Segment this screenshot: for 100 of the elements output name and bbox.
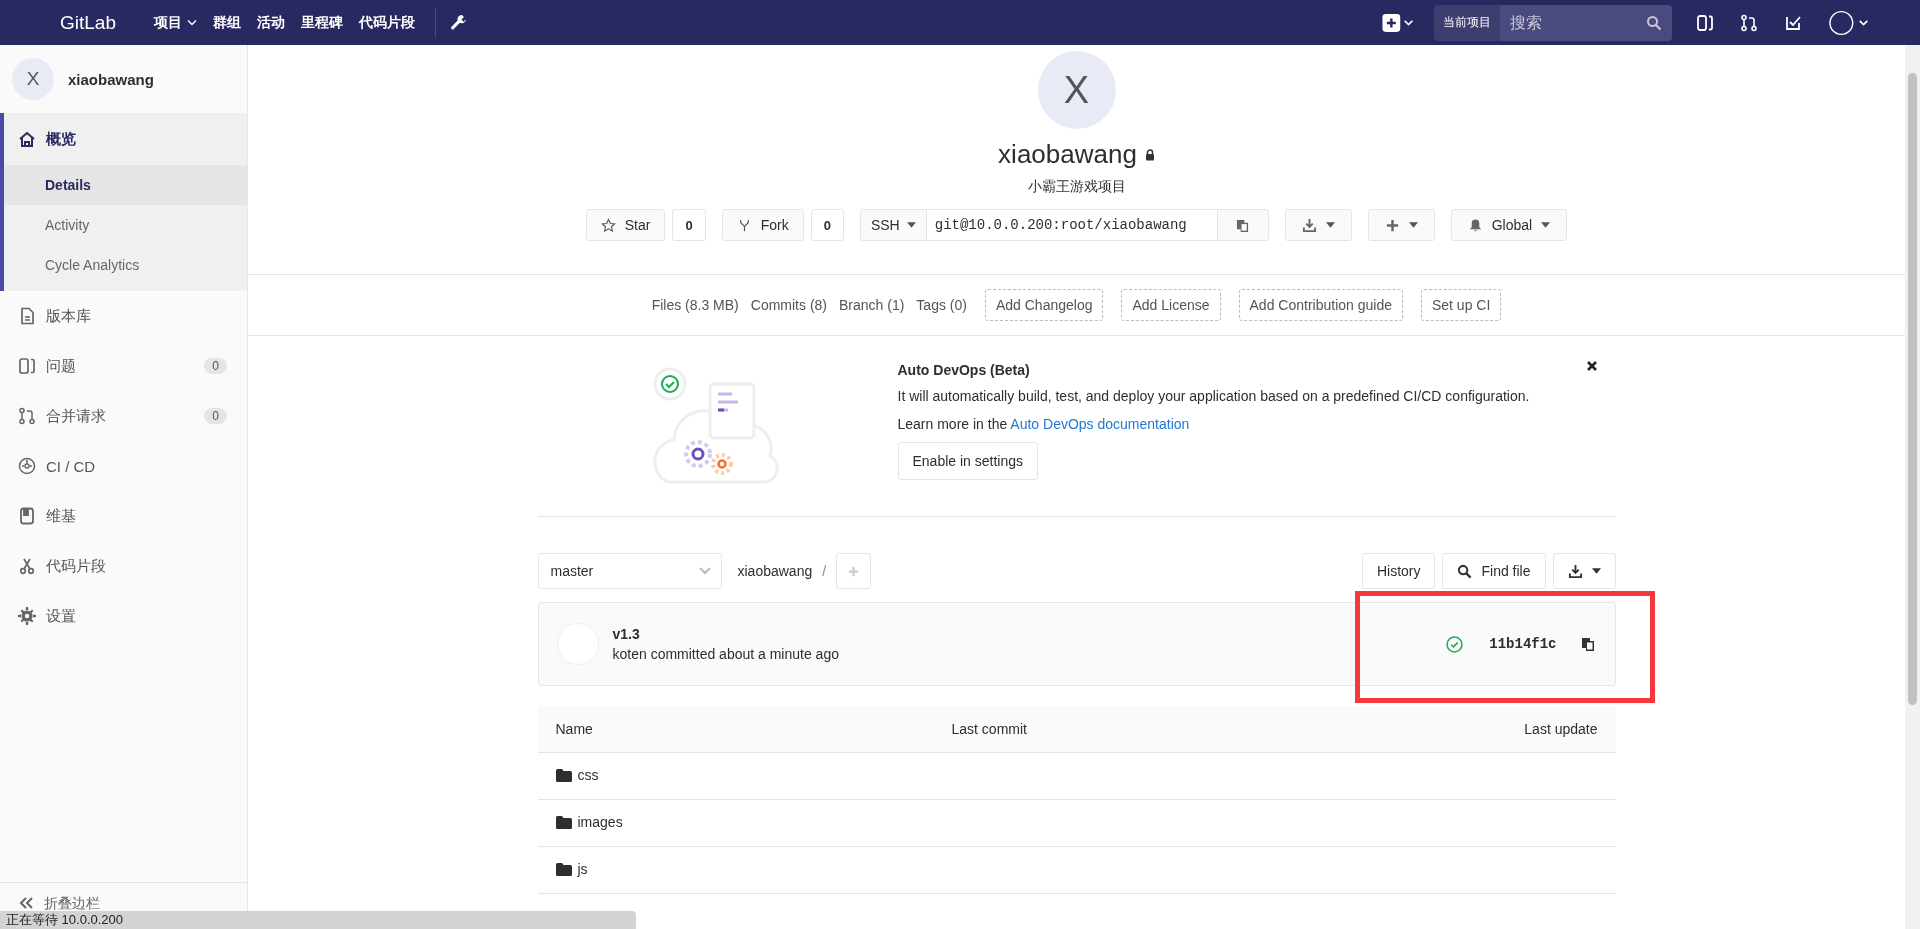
column-header: Name xyxy=(537,706,934,753)
chevron-icon xyxy=(698,567,711,575)
nav-menu-link[interactable]: 代码片段 xyxy=(359,13,415,32)
sidebar-subitem[interactable]: Activity xyxy=(4,205,247,245)
sidebar-item[interactable]: 维基 xyxy=(0,491,247,541)
nav-menu-link[interactable]: 活动 xyxy=(257,13,285,32)
sidebar-subitem[interactable]: Details xyxy=(4,165,247,205)
add-file-button[interactable]: Add Contribution guide xyxy=(1238,289,1403,321)
history-button[interactable]: History xyxy=(1361,553,1436,589)
doc-icon xyxy=(18,307,36,325)
scrollbar[interactable] xyxy=(1905,45,1920,929)
project-description: 小霸王游戏项目 xyxy=(1027,178,1126,196)
auto-devops-title: Auto DevOps (Beta) xyxy=(897,362,1030,378)
protocol-dropdown[interactable]: SSH xyxy=(859,209,927,241)
add-file-button[interactable]: Add License xyxy=(1121,289,1221,321)
sidebar-item[interactable]: 版本库 xyxy=(0,291,247,341)
commit-title-link[interactable]: v1.3 xyxy=(612,626,839,642)
folder-link[interactable]: css xyxy=(555,767,599,784)
browser-status-bar: 正在等待 10.0.0.200 xyxy=(0,911,636,929)
column-header: Last commit xyxy=(933,706,1279,753)
folder-icon xyxy=(555,768,572,782)
path-separator: / xyxy=(822,563,827,579)
sidebar-item[interactable]: 问题 0 xyxy=(0,341,247,391)
cicd-icon xyxy=(18,457,36,475)
stat-link[interactable]: Files (8.3 MB) xyxy=(651,297,739,313)
stat-link[interactable]: Branch (1) xyxy=(839,297,905,313)
search-icon[interactable] xyxy=(1646,14,1662,31)
sidebar-item[interactable]: 代码片段 xyxy=(0,541,247,591)
find-file-button[interactable]: Find file xyxy=(1442,553,1546,589)
close-icon[interactable] xyxy=(1585,360,1598,372)
download-icon xyxy=(1567,563,1583,579)
search-icon xyxy=(1457,563,1473,579)
count-badge: 0 xyxy=(204,358,227,374)
sidebar-item[interactable]: 设置 xyxy=(0,591,247,641)
collapse-sidebar-link[interactable]: 折叠边栏 xyxy=(44,895,100,913)
snippet-icon xyxy=(18,557,36,575)
merge-request-icon[interactable] xyxy=(1740,13,1758,32)
project-title: xiaobawang xyxy=(998,139,1137,170)
documentation-link[interactable]: Auto DevOps documentation xyxy=(1010,416,1190,432)
stat-link[interactable]: Commits (8) xyxy=(750,297,827,313)
folder-icon xyxy=(555,862,572,876)
project-avatar[interactable]: X xyxy=(12,58,54,100)
folder-link[interactable]: images xyxy=(555,814,623,831)
search-field[interactable]: 搜索 xyxy=(1500,4,1672,41)
double-chevron-icon[interactable] xyxy=(18,895,34,911)
new-plus-icon[interactable] xyxy=(1380,12,1416,33)
enable-settings-button[interactable]: Enable in settings xyxy=(897,442,1039,480)
clipboard-icon xyxy=(1236,217,1250,233)
search-scope-label[interactable]: 当前项目 xyxy=(1434,4,1500,41)
add-file-button[interactable]: Set up CI xyxy=(1420,289,1502,321)
home-icon xyxy=(18,130,36,148)
caret-icon xyxy=(1408,222,1418,228)
caret-icon xyxy=(1325,222,1335,228)
star-icon xyxy=(600,217,616,233)
wrench-icon[interactable] xyxy=(450,14,467,31)
pipeline-passed-icon[interactable] xyxy=(1446,635,1464,653)
folder-link[interactable]: js xyxy=(555,861,588,878)
auto-devops-description: It will automatically build, test, and deploy your application based on a predefined CI/CD configuration. xyxy=(897,388,1531,404)
count-badge: 0 xyxy=(204,408,227,424)
commit-sha[interactable]: 11b14f1c xyxy=(1489,636,1557,652)
star-button[interactable]: Star xyxy=(585,209,666,241)
download-icon xyxy=(1301,217,1317,233)
download-dropdown[interactable] xyxy=(1552,553,1616,589)
commit-author-line: koten committed about a minute ago xyxy=(612,646,839,662)
fork-button[interactable]: Fork xyxy=(721,209,804,241)
folder-icon xyxy=(555,815,572,829)
clone-url-field[interactable]: git@10.0.0.200:root/xiaobawang xyxy=(926,209,1217,241)
project-avatar: X xyxy=(1037,51,1116,129)
sidebar-item[interactable]: 合并请求 0 xyxy=(0,391,247,441)
branch-dropdown[interactable]: master xyxy=(537,553,722,589)
add-dropdown[interactable] xyxy=(1367,209,1435,241)
star-count[interactable]: 0 xyxy=(672,209,706,241)
caret-icon xyxy=(906,222,916,228)
breadcrumb-link[interactable]: xiaobawang xyxy=(737,563,813,579)
nav-menu-link[interactable]: 里程碑 xyxy=(301,13,343,32)
sidebar-subitem[interactable]: Cycle Analytics xyxy=(4,245,247,285)
issues-icon[interactable] xyxy=(1696,13,1714,32)
plus-icon xyxy=(1384,217,1400,233)
gear-icon xyxy=(18,607,36,625)
project-name[interactable]: xiaobawang xyxy=(68,70,154,88)
caret-icon xyxy=(187,19,197,26)
merge-icon xyxy=(18,407,36,425)
caret-icon xyxy=(1591,568,1601,574)
download-dropdown[interactable] xyxy=(1284,209,1352,241)
sidebar-item[interactable]: CI / CD xyxy=(0,441,247,491)
issues-icon xyxy=(18,357,36,375)
nav-menu-link[interactable]: 项目 xyxy=(154,13,197,32)
clipboard-icon[interactable] xyxy=(1580,636,1595,652)
gitlab-logo[interactable]: GitLab xyxy=(60,11,116,34)
notification-dropdown[interactable]: Global xyxy=(1450,209,1568,241)
column-header: Last update xyxy=(1278,706,1616,753)
fork-count[interactable]: 0 xyxy=(810,209,844,241)
add-file-button[interactable]: Add Changelog xyxy=(984,289,1104,321)
copy-url-button[interactable] xyxy=(1216,209,1269,241)
learn-more-text: Learn more in the xyxy=(897,416,1008,432)
sidebar-item[interactable]: 概览 xyxy=(4,113,247,165)
wiki-icon xyxy=(18,507,36,525)
bell-icon xyxy=(1467,217,1483,233)
nav-menu-link[interactable]: 群组 xyxy=(213,13,241,32)
stat-link[interactable]: Tags (0) xyxy=(916,297,967,313)
